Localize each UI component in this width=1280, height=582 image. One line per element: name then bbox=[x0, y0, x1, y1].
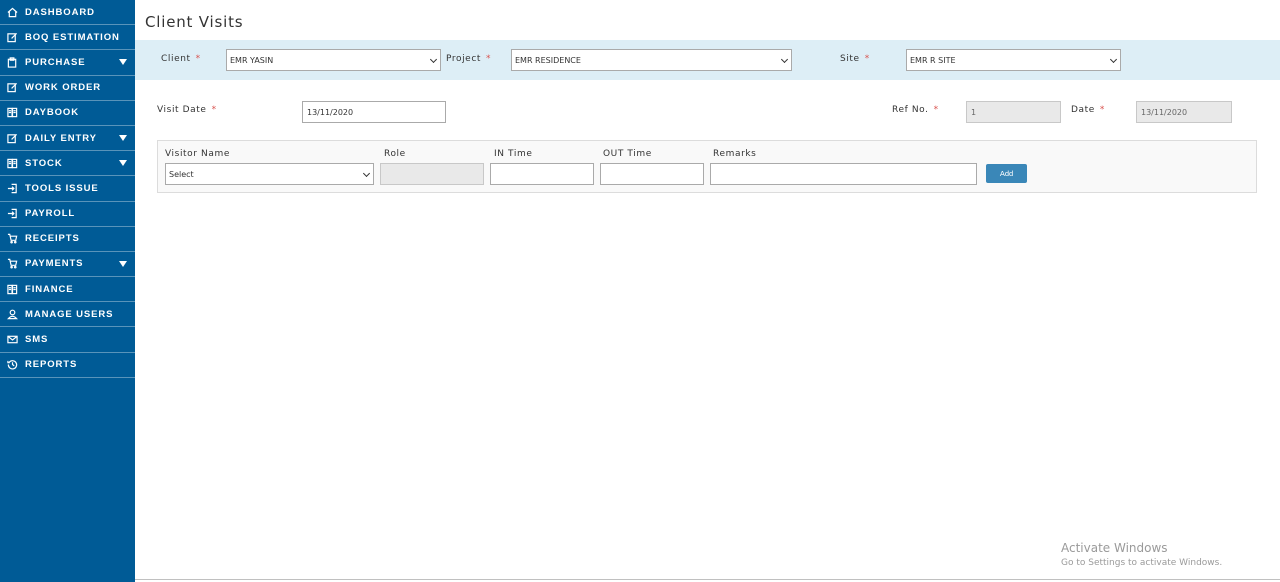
activate-windows-watermark: Activate Windows Go to Settings to activ… bbox=[1061, 541, 1222, 568]
project-label: Project * bbox=[446, 54, 492, 64]
remarks-input[interactable] bbox=[710, 163, 977, 185]
role-input bbox=[380, 163, 484, 185]
sidebar-item-label: TOOLS ISSUE bbox=[25, 182, 99, 194]
sidebar-item-finance[interactable]: FINANCE bbox=[0, 277, 135, 303]
chevron-down-icon bbox=[429, 55, 438, 64]
sidebar-item-work-order[interactable]: WORK ORDER bbox=[0, 76, 135, 101]
book-icon bbox=[6, 283, 18, 295]
cart-icon bbox=[6, 258, 18, 270]
edit-icon bbox=[6, 132, 18, 144]
sidebar-item-label: SMS bbox=[25, 334, 49, 346]
out-time-input[interactable] bbox=[600, 163, 704, 185]
chevron-down-icon bbox=[780, 55, 789, 64]
remarks-label: Remarks bbox=[713, 149, 757, 159]
sidebar-item-stock[interactable]: STOCK bbox=[0, 151, 135, 177]
client-label: Client * bbox=[161, 54, 201, 64]
ref-no-input: 1 bbox=[966, 101, 1061, 123]
sidebar-item-manage-users[interactable]: MANAGE USERS bbox=[0, 302, 135, 328]
sidebar-item-label: DAILY ENTRY bbox=[25, 132, 97, 144]
sidebar-item-receipts[interactable]: RECEIPTS bbox=[0, 227, 135, 252]
watermark-title: Activate Windows bbox=[1061, 541, 1168, 555]
role-label: Role bbox=[384, 149, 406, 159]
caret-down-icon bbox=[119, 160, 127, 167]
caret-down-icon bbox=[119, 134, 127, 141]
bottom-divider bbox=[135, 579, 1280, 580]
client-select[interactable]: EMR YASIN bbox=[226, 49, 441, 71]
in-time-input[interactable] bbox=[490, 163, 594, 185]
main-content: Client Visits Client * EMR YASIN Project *… bbox=[135, 0, 1280, 582]
ref-no-label: Ref No. * bbox=[892, 105, 939, 115]
visit-date-label: Visit Date * bbox=[157, 105, 217, 115]
sidebar-item-purchase[interactable]: PURCHASE bbox=[0, 50, 135, 76]
book-icon bbox=[6, 107, 18, 119]
date-label: Date * bbox=[1071, 105, 1106, 115]
filter-bar: Client * EMR YASIN Project * EMR RESIDENCE… bbox=[135, 40, 1280, 80]
sidebar-item-label: PAYROLL bbox=[25, 208, 76, 220]
project-select[interactable]: EMR RESIDENCE bbox=[511, 49, 792, 71]
sidebar-item-daybook[interactable]: DAYBOOK bbox=[0, 101, 135, 126]
history-icon bbox=[6, 359, 18, 371]
sidebar-item-label: MANAGE USERS bbox=[25, 308, 114, 320]
out-time-label: OUT Time bbox=[603, 149, 652, 159]
sidebar-item-label: REPORTS bbox=[25, 359, 78, 371]
sidebar-item-daily-entry[interactable]: DAILY ENTRY bbox=[0, 126, 135, 152]
edit-icon bbox=[6, 82, 18, 94]
visitor-name-label: Visitor Name bbox=[165, 149, 230, 159]
visit-date-input[interactable]: 13/11/2020 bbox=[302, 101, 446, 123]
sidebar-item-payroll[interactable]: PAYROLL bbox=[0, 202, 135, 227]
visitor-name-select[interactable]: Select bbox=[165, 163, 374, 185]
site-select[interactable]: EMR R SITE bbox=[906, 49, 1121, 71]
sidebar-item-tools-issue[interactable]: TOOLS ISSUE bbox=[0, 176, 135, 202]
sidebar-item-payments[interactable]: PAYMENTS bbox=[0, 252, 135, 278]
sign-in-icon bbox=[6, 208, 18, 220]
sidebar-item-label: PAYMENTS bbox=[25, 258, 84, 270]
sidebar-item-label: WORK ORDER bbox=[25, 82, 102, 94]
user-icon bbox=[6, 308, 18, 320]
chevron-down-icon bbox=[362, 169, 371, 178]
watermark-subtitle: Go to Settings to activate Windows. bbox=[1061, 558, 1223, 568]
book-icon bbox=[6, 157, 18, 169]
page-title: Client Visits bbox=[145, 13, 244, 31]
sidebar-item-boq-estimation[interactable]: BOQ ESTIMATION bbox=[0, 25, 135, 51]
caret-down-icon bbox=[119, 59, 127, 66]
sidebar: DASHBOARD BOQ ESTIMATION PURCHASE WORK ORDE… bbox=[0, 0, 135, 582]
date-input: 13/11/2020 bbox=[1136, 101, 1232, 123]
sidebar-item-label: DAYBOOK bbox=[25, 107, 79, 119]
sidebar-item-sms[interactable]: SMS bbox=[0, 327, 135, 353]
sidebar-item-label: RECEIPTS bbox=[25, 233, 80, 245]
sidebar-item-label: BOQ ESTIMATION bbox=[25, 31, 120, 43]
sidebar-item-dashboard[interactable]: DASHBOARD bbox=[0, 0, 135, 26]
chevron-down-icon bbox=[1109, 55, 1118, 64]
in-time-label: IN Time bbox=[494, 149, 533, 159]
site-label: Site * bbox=[840, 54, 870, 64]
edit-icon bbox=[6, 31, 18, 43]
caret-down-icon bbox=[119, 260, 127, 267]
add-button[interactable]: Add bbox=[986, 164, 1027, 183]
sidebar-item-label: DASHBOARD bbox=[25, 6, 95, 18]
sign-in-icon bbox=[6, 182, 18, 194]
sidebar-item-reports[interactable]: REPORTS bbox=[0, 353, 135, 378]
mail-icon bbox=[6, 334, 18, 346]
clipboard-icon bbox=[6, 56, 18, 68]
sidebar-item-label: FINANCE bbox=[25, 283, 74, 295]
sidebar-item-label: STOCK bbox=[25, 157, 63, 169]
sidebar-item-label: PURCHASE bbox=[25, 56, 86, 68]
cart-icon bbox=[6, 233, 18, 245]
home-icon bbox=[6, 6, 18, 18]
